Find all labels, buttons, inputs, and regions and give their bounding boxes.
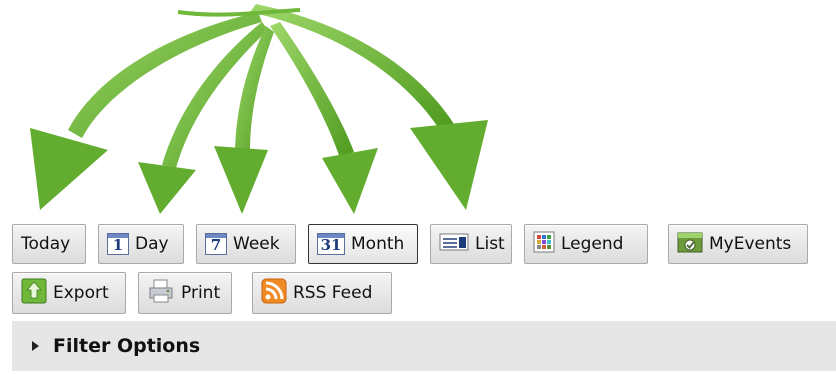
list-label: List xyxy=(475,234,505,254)
day-button[interactable]: 1 Day xyxy=(98,224,184,264)
printer-icon xyxy=(147,278,175,309)
export-icon xyxy=(21,278,47,309)
filter-options-toggle[interactable]: Filter Options xyxy=(12,321,836,371)
list-button[interactable]: List xyxy=(430,224,512,264)
list-icon xyxy=(439,231,469,258)
myevents-label: MyEvents xyxy=(709,234,792,254)
rss-feed-label: RSS Feed xyxy=(293,283,373,303)
myevents-icon xyxy=(677,230,703,259)
rss-feed-button[interactable]: RSS Feed xyxy=(252,272,392,314)
today-label: Today xyxy=(21,234,71,254)
arrow-1 xyxy=(68,12,262,138)
print-label: Print xyxy=(181,283,221,303)
calendar-31-icon: 31 xyxy=(317,233,345,255)
week-label: Week xyxy=(233,234,280,254)
export-label: Export xyxy=(53,283,109,303)
calendar-1-icon: 1 xyxy=(107,233,129,255)
export-button[interactable]: Export xyxy=(12,272,126,314)
print-button[interactable]: Print xyxy=(138,272,232,314)
calendar-7-icon: 7 xyxy=(205,233,227,255)
rss-icon xyxy=(261,278,287,309)
arrowhead-5 xyxy=(410,120,488,210)
arrowhead-3 xyxy=(214,146,268,214)
legend-icon xyxy=(533,231,555,258)
arrowhead-4 xyxy=(322,148,378,214)
today-button[interactable]: Today xyxy=(12,224,86,264)
month-button[interactable]: 31 Month xyxy=(308,224,418,264)
expand-triangle-icon xyxy=(32,341,39,351)
myevents-button[interactable]: MyEvents xyxy=(668,224,808,264)
week-button[interactable]: 7 Week xyxy=(196,224,296,264)
arrowhead-2 xyxy=(138,162,196,214)
month-label: Month xyxy=(351,234,405,254)
legend-label: Legend xyxy=(561,234,624,254)
green-arrows-illustration xyxy=(30,4,488,214)
arrowhead-1 xyxy=(30,128,108,210)
legend-button[interactable]: Legend xyxy=(524,224,648,264)
day-label: Day xyxy=(135,234,169,254)
filter-options-label: Filter Options xyxy=(53,335,201,357)
